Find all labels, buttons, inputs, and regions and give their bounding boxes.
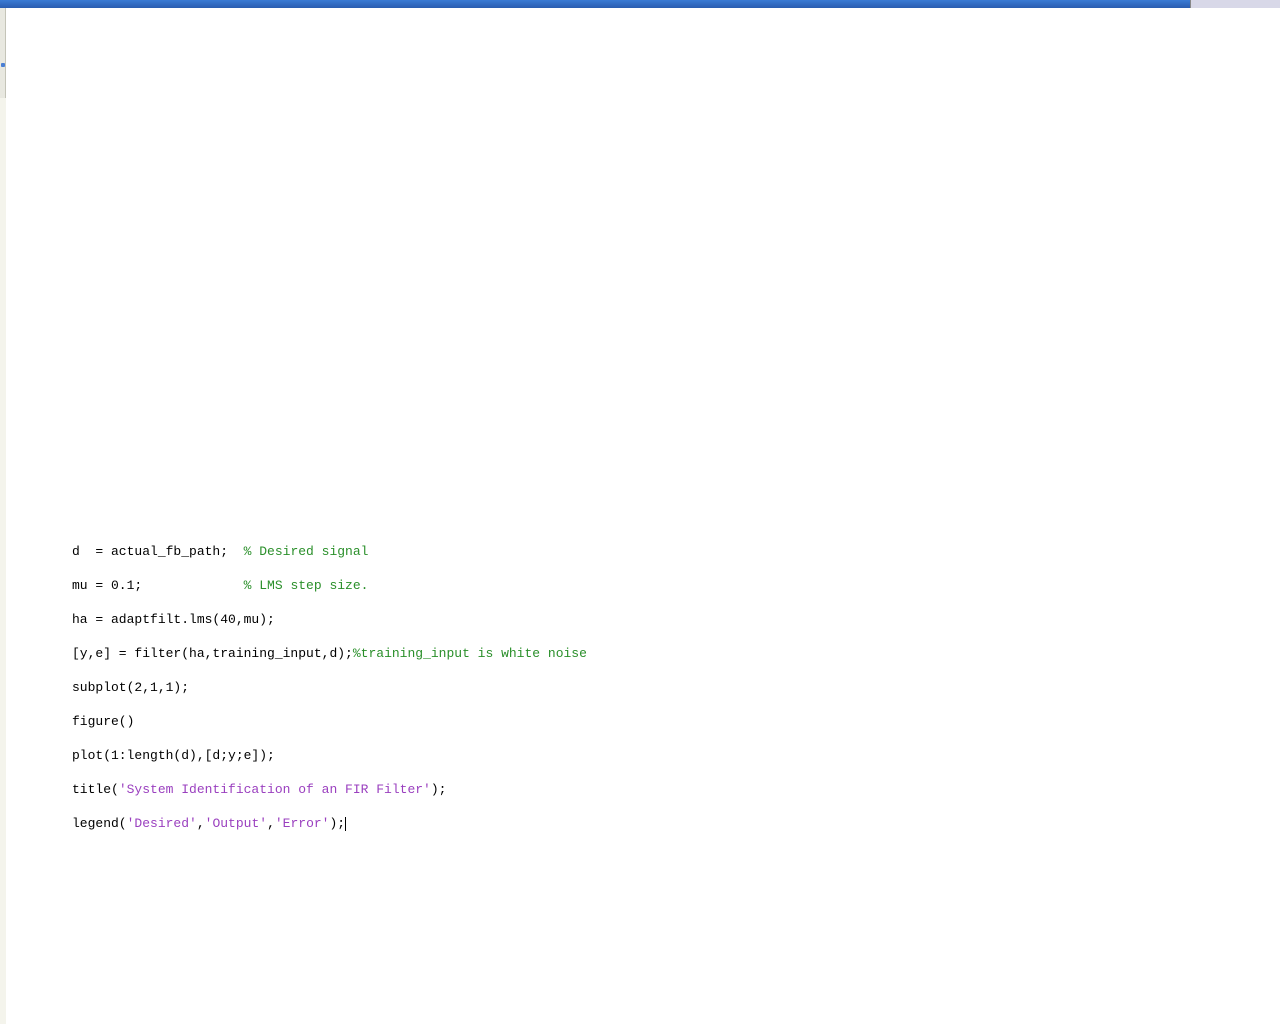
string-segment: 'Desired' [127,816,197,831]
code-line-7: plot(1:length(d),[d;y;e]); [72,747,587,764]
comment-segment: %training_input is white noise [353,646,587,661]
code-segment: , [197,816,205,831]
code-line-5: subplot(2,1,1); [72,679,587,696]
code-segment: figure() [72,714,134,729]
code-line-9: legend('Desired','Output','Error'); [72,815,587,832]
comment-segment: % LMS step size. [244,578,369,593]
text-cursor [345,817,346,831]
string-segment: 'System Identification of an FIR Filter' [119,782,431,797]
string-segment: 'Error' [275,816,330,831]
comment-segment: % Desired signal [244,544,369,559]
code-segment: title( [72,782,119,797]
code-line-1: d = actual_fb_path; % Desired signal [72,543,587,560]
code-segment: , [267,816,275,831]
code-text[interactable]: d = actual_fb_path; % Desired signal mu … [72,526,587,866]
code-segment: mu = 0.1; [72,578,244,593]
code-segment: [y,e] = filter(ha,training_input,d); [72,646,353,661]
code-line-4: [y,e] = filter(ha,training_input,d);%tra… [72,645,587,662]
string-segment: 'Output' [205,816,267,831]
editor-content-area[interactable]: d = actual_fb_path; % Desired signal mu … [6,8,1280,1024]
code-segment: plot(1:length(d),[d;y;e]); [72,748,275,763]
code-line-2: mu = 0.1; % LMS step size. [72,577,587,594]
code-line-8: title('System Identification of an FIR F… [72,781,587,798]
code-segment: subplot(2,1,1); [72,680,189,695]
code-segment: ); [431,782,447,797]
window-title-bar [0,0,1280,8]
code-segment: ha = adaptfilt.lms(40,mu); [72,612,275,627]
code-segment: legend( [72,816,127,831]
code-segment: ); [329,816,345,831]
code-line-3: ha = adaptfilt.lms(40,mu); [72,611,587,628]
code-line-6: figure() [72,713,587,730]
code-segment: d = actual_fb_path; [72,544,244,559]
